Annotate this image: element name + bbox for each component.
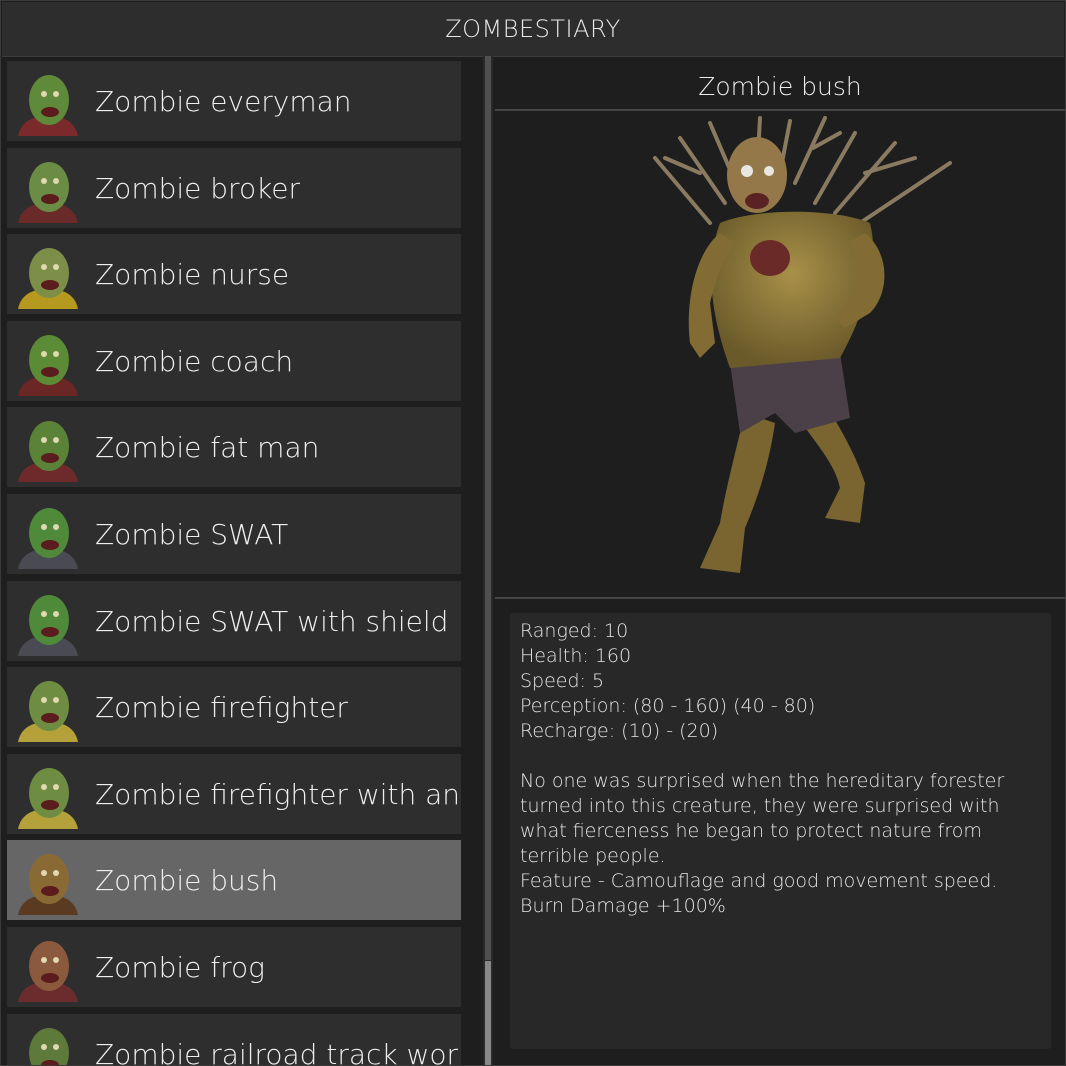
list-item[interactable]: Zombie SWAT with shield [7,581,461,661]
stat-recharge: Recharge: (10) - (20) [520,720,719,742]
list-item-label: Zombie bush [95,863,279,897]
list-item[interactable]: Zombie everyman [7,61,461,141]
zombestiary-window: ZOMBESTIARY Zombie everyman Zombie broker… [0,0,1066,1066]
list-item-label: Zombie coach [95,344,294,378]
list-item-label: Zombie nurse [95,257,290,291]
zombie-list[interactable]: Zombie everyman Zombie broker Zombie nurse… [7,61,461,1065]
zombie-frog-portrait-icon [13,932,83,1002]
scrollbar-thumb[interactable] [485,961,491,1065]
zombie-bush-portrait-icon [13,845,83,915]
zombie-coach-portrait-icon [13,326,83,396]
list-item[interactable]: Zombie firefighter with an ax [7,754,461,834]
list-item[interactable]: Zombie broker [7,148,461,228]
zombie-fat-man-portrait-icon [13,412,83,482]
zombie-swat-shield-portrait-icon [13,586,83,656]
list-item[interactable]: Zombie nurse [7,234,461,314]
zombie-broker-portrait-icon [13,153,83,223]
zombie-description-panel: Ranged: 10 Health: 160 Speed: 5 Percepti… [510,613,1051,1049]
list-item-label: Zombie fat man [95,430,320,464]
stat-ranged: Ranged: 10 [520,620,629,642]
list-item-label: Zombie broker [95,171,301,205]
list-item-label: Zombie SWAT [95,517,289,551]
list-item[interactable]: Zombie coach [7,321,461,401]
stat-health: Health: 160 [520,645,632,667]
stat-perception: Perception: (80 - 160) (40 - 80) [520,695,816,717]
description-line: what fierceness he began to protect natu… [520,820,982,842]
feature-line: Feature - Camouflage and good movement s… [520,870,998,892]
zombie-nurse-portrait-icon [13,239,83,309]
description-line: turned into this creature, they were sur… [520,795,1000,817]
list-item-label: Zombie SWAT with shield [95,604,449,638]
list-item-label: Zombie railroad track worker [95,1037,461,1066]
list-item[interactable]: Zombie firefighter [7,667,461,747]
zombie-firefighter-portrait-icon [13,672,83,742]
list-item[interactable]: Zombie railroad track worker [7,1014,461,1065]
list-item[interactable]: Zombie SWAT [7,494,461,574]
scrollbar-upper[interactable] [485,56,491,960]
description-line: No one was surprised when the hereditary… [520,770,1005,792]
zombie-everyman-portrait-icon [13,66,83,136]
list-item[interactable]: Zombie bush [7,840,461,920]
zombie-firefighter-ax-portrait-icon [13,759,83,829]
zombie-bush-artwork [495,113,1065,599]
description-line: terrible people. [520,845,666,867]
zombie-railroad-worker-portrait-icon [13,1019,83,1065]
list-item[interactable]: Zombie frog [7,927,461,1007]
selected-zombie-name: Zombie bush [495,63,1065,111]
list-item-label: Zombie everyman [95,84,352,118]
window-title: ZOMBESTIARY [2,2,1064,57]
list-item[interactable]: Zombie fat man [7,407,461,487]
stat-speed: Speed: 5 [520,670,605,692]
zombie-bush-figure-icon [653,116,952,573]
zombie-swat-portrait-icon [13,499,83,569]
list-item-label: Zombie firefighter [95,690,348,724]
list-item-label: Zombie frog [95,950,265,984]
burn-damage-line: Burn Damage +100% [520,895,726,917]
list-item-label: Zombie firefighter with an ax [95,777,461,811]
